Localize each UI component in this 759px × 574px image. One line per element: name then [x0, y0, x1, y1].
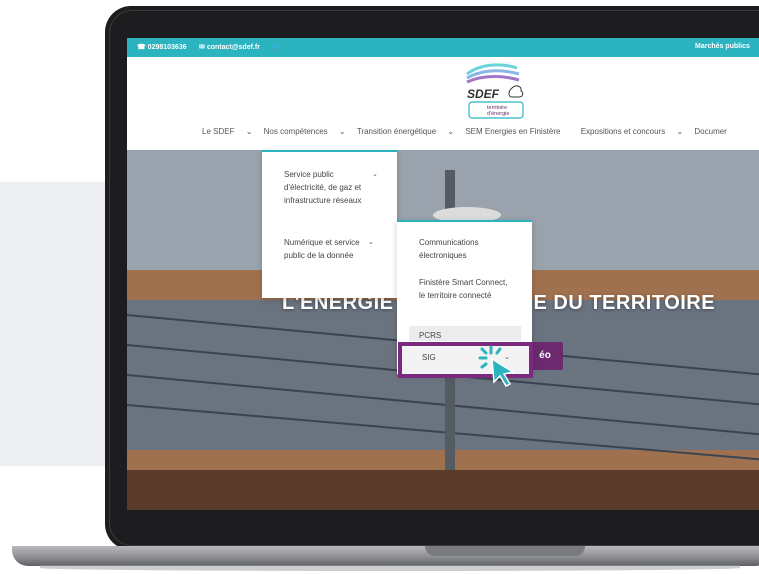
site-header: SDEF territoire d'énergie Le SDEF ⌄ Nos … — [127, 57, 759, 150]
dropdown-item-service-public[interactable]: Service public d'électricité, de gaz et … — [284, 168, 374, 207]
nav-label: Expositions et concours — [580, 127, 666, 136]
phone-link[interactable]: ☎ 0298103636 — [137, 43, 187, 51]
nav-item-transition[interactable]: Transition énergétique ⌄ — [357, 127, 454, 136]
laptop-screen: ☎ 0298103636 ✉ contact@sdef.fr 🐦 Marchés… — [127, 38, 759, 510]
nav-item-le-sdef[interactable]: Le SDEF ⌄ — [202, 127, 252, 136]
top-bar: ☎ 0298103636 ✉ contact@sdef.fr 🐦 Marchés… — [127, 38, 759, 57]
laptop-base — [12, 546, 759, 566]
nav-item-expositions[interactable]: Expositions et concours ⌄ — [581, 127, 683, 136]
marches-publics-link[interactable]: Marchés publics — [695, 43, 750, 50]
hero-title-right: E DU TERRITOIRE — [533, 292, 716, 314]
nav-item-documents[interactable]: Documer — [694, 127, 735, 136]
logo-tagline-2: d'énergie — [487, 111, 509, 117]
dropdown-item-pcrs[interactable]: PCRS — [419, 329, 509, 342]
nav-label: SEM Energies en Finistère — [465, 127, 561, 136]
dropdown-item-communications[interactable]: Communications électroniques — [419, 236, 509, 262]
nav-item-competences[interactable]: Nos compétences ⌄ — [264, 127, 346, 136]
dropdown-item-numerique[interactable]: Numérique et service public de la donnée — [284, 236, 374, 262]
nav-label: Transition énergétique — [356, 127, 437, 136]
chevron-down-icon: ⌄ — [368, 239, 374, 246]
nav-label: Nos compétences — [263, 127, 328, 136]
sdef-logo[interactable]: SDEF territoire d'énergie — [457, 60, 537, 122]
email-text: contact@sdef.fr — [206, 44, 260, 51]
dropdown-competences: Service public d'électricité, de gaz et … — [262, 150, 397, 298]
logo-name: SDEF — [467, 87, 500, 101]
chevron-down-icon: ⌄ — [372, 171, 378, 178]
phone-text: 0298103636 — [147, 44, 187, 51]
nav-item-sem[interactable]: SEM Energies en Finistère — [465, 127, 569, 136]
email-link[interactable]: ✉ contact@sdef.fr — [199, 43, 260, 51]
dropdown-item-smart-connect[interactable]: Finistère Smart Connect, le territoire c… — [419, 276, 509, 302]
twitter-icon[interactable]: 🐦 — [272, 43, 281, 51]
nav-label: Documer — [694, 127, 727, 136]
laptop-shadow — [40, 565, 740, 571]
dropdown-item-sig[interactable]: SIG — [422, 353, 436, 362]
main-nav: Le SDEF ⌄ Nos compétences ⌄ Transition é… — [202, 127, 759, 136]
cursor-icon — [478, 345, 515, 387]
laptop-notch — [425, 546, 585, 556]
nav-label: Le SDEF — [202, 127, 235, 136]
